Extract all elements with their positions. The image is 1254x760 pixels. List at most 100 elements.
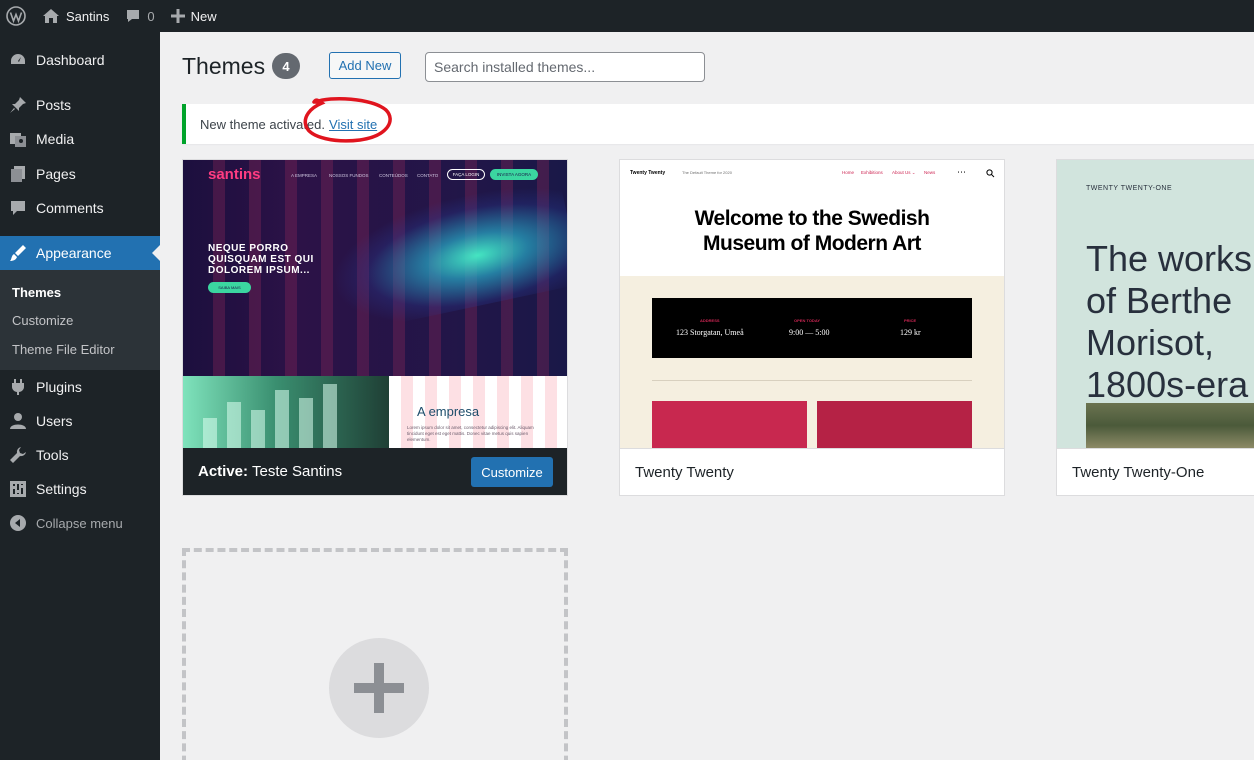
sidebar-item-settings[interactable]: Settings [0, 472, 160, 506]
menu-dots-icon: ⋯ [957, 167, 966, 177]
site-name-link[interactable]: Santins [34, 0, 117, 32]
sidebar-item-tools[interactable]: Tools [0, 438, 160, 472]
sidebar-item-pages[interactable]: Pages [0, 157, 160, 191]
home-icon [43, 9, 59, 23]
theme-screenshot-santins[interactable]: santins A EMPRESA NOSSOS FUNDOS CONTEÚDO… [183, 160, 567, 448]
collapse-arrow-icon [0, 514, 36, 532]
pages-icon [0, 165, 36, 183]
tt-nav-item: Exhibitions [861, 170, 883, 175]
tt-nav-item: About Us ⌄ [892, 170, 916, 175]
search-themes-input[interactable] [425, 52, 705, 82]
tt-nav-item: Home [842, 170, 855, 175]
submenu-theme-file-editor[interactable]: Theme File Editor [12, 342, 115, 357]
tt-site-name: Twenty Twenty [630, 170, 666, 176]
active-theme-name: Teste Santins [252, 463, 343, 480]
tt-address-label: ADDRESS [700, 318, 720, 323]
admin-bar: Santins 0 New [0, 0, 1254, 32]
sidebar-item-comments[interactable]: Comments [0, 191, 160, 225]
users-icon [0, 412, 36, 430]
wordpress-logo-icon[interactable] [0, 0, 34, 32]
sidebar-item-plugins[interactable]: Plugins [0, 370, 160, 404]
add-new-theme-tile[interactable] [182, 548, 568, 760]
tt-tagline: The Default Theme for 2020 [682, 170, 732, 175]
appearance-submenu: Themes Customize Theme File Editor [0, 270, 160, 370]
tt-nav-item: News [924, 170, 936, 175]
santins-cta: SAIBA MAIS [208, 282, 251, 293]
tt-price-label: PRICE [904, 318, 917, 323]
collapse-menu-button[interactable]: Collapse menu [0, 506, 160, 540]
customize-button[interactable]: Customize [471, 457, 553, 487]
submenu-customize[interactable]: Customize [12, 313, 73, 328]
sidebar-item-appearance[interactable]: Appearance [0, 236, 160, 270]
chart-bar [299, 398, 313, 448]
santins-hero-text: NEQUE PORRO QUISQUAM EST QUI DOLOREM IPS… [208, 243, 314, 276]
tto-painting-image [1086, 403, 1254, 448]
settings-icon [0, 480, 36, 498]
site-name: Santins [66, 8, 110, 24]
comments-link[interactable]: 0 [117, 0, 162, 32]
santins-nav-item: A EMPRESA [291, 173, 318, 178]
theme-count-badge: 4 [272, 53, 300, 79]
santins-stripe [321, 160, 333, 376]
dashboard-icon [0, 51, 36, 69]
comments-count: 0 [147, 8, 155, 24]
comment-icon [127, 10, 140, 22]
tt-address: 123 Storgatan, Umeå [676, 328, 744, 337]
notice-text: New theme activated. [200, 116, 326, 132]
wrench-icon [0, 446, 36, 464]
tt-info-bar: ADDRESS 123 Storgatan, Umeå OPEN TODAY 9… [652, 298, 972, 358]
sidebar-item-posts[interactable]: Posts [0, 88, 160, 122]
theme-card-twenty-twenty-one[interactable]: TWENTY TWENTY-ONE The works of Berthe Mo… [1056, 159, 1254, 496]
sidebar-item-dashboard[interactable]: Dashboard [0, 43, 160, 77]
page-title: Themes [182, 53, 266, 79]
theme-name-twenty-twenty: Twenty Twenty [620, 448, 1004, 495]
tt-red-image [817, 401, 972, 448]
santins-invest-pill: INVISTA AGORA [490, 169, 538, 180]
santins-logo: santins [208, 166, 261, 183]
theme-screenshot-twenty-twenty-one[interactable]: TWENTY TWENTY-ONE The works of Berthe Mo… [1057, 160, 1254, 448]
comment-icon [0, 199, 36, 217]
current-menu-arrow [152, 245, 160, 261]
plus-icon [329, 638, 429, 738]
active-prefix: Active: [198, 463, 249, 480]
chart-bar [203, 418, 217, 448]
new-content-link[interactable]: New [163, 0, 225, 32]
santins-section-title: A empresa [417, 404, 480, 419]
pin-icon [0, 96, 36, 114]
chart-bar [227, 402, 241, 448]
santins-login-pill: FAÇA LOGIN [447, 169, 485, 180]
theme-name-twenty-twenty-one: Twenty Twenty-One [1057, 448, 1254, 495]
santins-nav-item: CONTEÚDOS [379, 173, 408, 178]
tt-hero-title: Welcome to the Swedish Museum of Modern … [694, 207, 930, 255]
theme-activated-notice: New theme activated. Visit site [182, 104, 1254, 144]
santins-chart-image [183, 376, 389, 448]
active-theme-bar: Active: Teste Santins Customize [183, 448, 567, 495]
search-icon [986, 169, 995, 178]
media-icon [0, 130, 36, 148]
plus-icon [170, 9, 185, 23]
visit-site-link[interactable]: Visit site [329, 117, 377, 132]
chart-bar [323, 384, 337, 448]
tt-open-label: OPEN TODAY [794, 318, 821, 323]
tto-site-label: TWENTY TWENTY-ONE [1086, 185, 1173, 192]
tt-divider [652, 380, 972, 381]
santins-nav-item: NOSSOS FUNDOS [329, 173, 369, 178]
new-label: New [190, 8, 217, 24]
santins-nav-item: CONTATO [417, 173, 439, 178]
submenu-themes[interactable]: Themes [12, 285, 61, 300]
brush-icon [0, 244, 36, 262]
santins-section-text: Lorem ipsum dolor sit amet, consectetur … [407, 425, 534, 442]
theme-screenshot-twenty-twenty[interactable]: Twenty Twenty The Default Theme for 2020… [620, 160, 1004, 448]
add-new-theme-button[interactable]: Add New [329, 52, 401, 79]
chart-bar [251, 410, 265, 448]
plugin-icon [0, 378, 36, 396]
tt-price: 129 kr [900, 328, 921, 337]
sidebar-item-users[interactable]: Users [0, 404, 160, 438]
sidebar-item-media[interactable]: Media [0, 122, 160, 156]
admin-sidebar: Dashboard Posts Media Pages Comments App… [0, 32, 160, 760]
chart-bar [275, 390, 289, 448]
theme-card-active[interactable]: santins A EMPRESA NOSSOS FUNDOS CONTEÚDO… [182, 159, 568, 496]
tt-red-image [652, 401, 807, 448]
tt-open-hours: 9:00 — 5:00 [789, 328, 830, 337]
theme-card-twenty-twenty[interactable]: Twenty Twenty The Default Theme for 2020… [619, 159, 1005, 496]
